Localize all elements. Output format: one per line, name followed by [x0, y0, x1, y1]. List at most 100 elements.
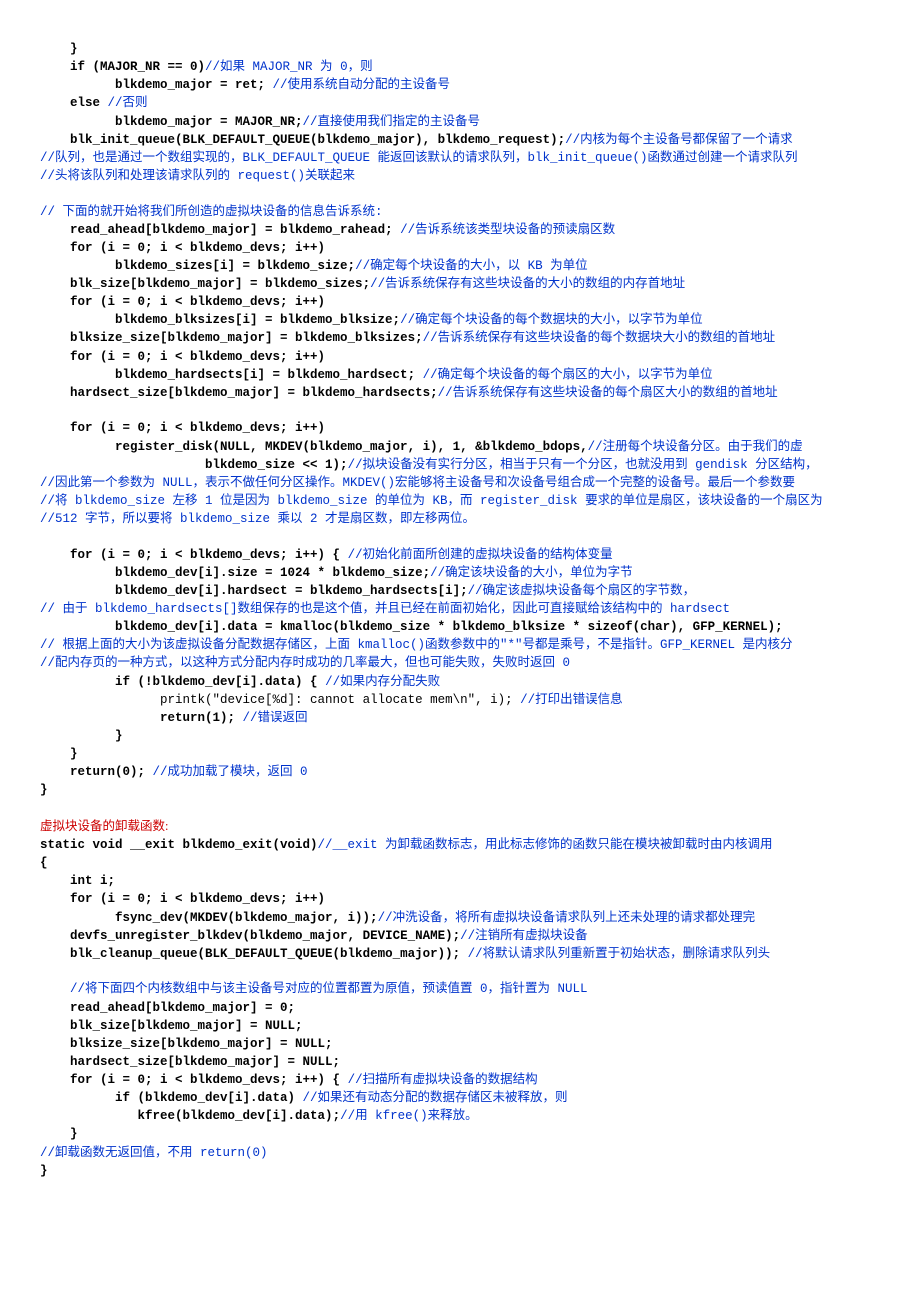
code-line: else //否则 — [40, 94, 880, 112]
code-line: } — [40, 781, 880, 799]
code-line: blksize_size[blkdemo_major] = NULL; — [40, 1035, 880, 1053]
code-line — [40, 528, 880, 546]
code-text: blksize_size[blkdemo_major] = blkdemo_bl… — [70, 331, 423, 345]
code-line: printk("device[%d]: cannot allocate mem\… — [40, 691, 880, 709]
code-line: blk_init_queue(BLK_DEFAULT_QUEUE(blkdemo… — [40, 131, 880, 149]
code-line — [40, 185, 880, 203]
comment-text: //确定每个块设备的大小，以 KB 为单位 — [355, 259, 588, 273]
code-line: if (MAJOR_NR == 0)//如果 MAJOR_NR 为 0，则 — [40, 58, 880, 76]
code-text: blk_init_queue(BLK_DEFAULT_QUEUE(blkdemo… — [70, 133, 565, 147]
comment-text: //确定每个块设备的每个数据块的大小，以字节为单位 — [400, 313, 703, 327]
comment-text: // 根据上面的大小为该虚拟设备分配数据存储区，上面 kmalloc()函数参数… — [40, 638, 793, 652]
code-line: blksize_size[blkdemo_major] = blkdemo_bl… — [40, 329, 880, 347]
comment-text: //初始化前面所创建的虚拟块设备的结构体变量 — [348, 548, 613, 562]
comment-text: //卸载函数无返回值，不用 return(0) — [40, 1146, 268, 1160]
code-text: blkdemo_hardsects[i] = blkdemo_hardsect; — [115, 368, 423, 382]
code-line — [40, 799, 880, 817]
comment-text: //将 blkdemo_size 左移 1 位是因为 blkdemo_size … — [40, 494, 823, 508]
code-line: for (i = 0; i < blkdemo_devs; i++) { //初… — [40, 546, 880, 564]
code-line: //队列，也是通过一个数组实现的，BLK_DEFAULT_QUEUE 能返回该默… — [40, 149, 880, 167]
code-line — [40, 402, 880, 420]
comment-text: //冲洗设备，将所有虚拟块设备请求队列上还未处理的请求都处理完 — [378, 911, 756, 925]
code-line: } — [40, 727, 880, 745]
code-line: //因此第一个参数为 NULL，表示不做任何分区操作。MKDEV()宏能够将主设… — [40, 474, 880, 492]
comment-text: // 下面的就开始将我们所创造的虚拟块设备的信息告诉系统: — [40, 205, 383, 219]
code-text: blkdemo_blksizes[i] = blkdemo_blksize; — [115, 313, 400, 327]
code-line: // 由于 blkdemo_hardsects[]数组保存的也是这个值，并且已经… — [40, 600, 880, 618]
code-text: for (i = 0; i < blkdemo_devs; i++) { — [70, 548, 348, 562]
code-line: } — [40, 1162, 880, 1180]
comment-text: //__exit 为卸载函数标志，用此标志修饰的函数只能在模块被卸载时由内核调用 — [318, 838, 773, 852]
code-text: hardsect_size[blkdemo_major] = blkdemo_h… — [70, 386, 438, 400]
code-line: for (i = 0; i < blkdemo_devs; i++) — [40, 239, 880, 257]
code-text: } — [70, 747, 78, 761]
code-text: } — [40, 1164, 48, 1178]
code-text: blkdemo_dev[i].size = 1024 * blkdemo_siz… — [115, 566, 430, 580]
comment-text: //成功加载了模块，返回 0 — [153, 765, 308, 779]
code-line: for (i = 0; i < blkdemo_devs; i++) — [40, 293, 880, 311]
code-text: blk_cleanup_queue(BLK_DEFAULT_QUEUE(blkd… — [70, 947, 468, 961]
comment-text: //用 kfree()来释放。 — [340, 1109, 478, 1123]
code-text: int i; — [70, 874, 115, 888]
code-text: for (i = 0; i < blkdemo_devs; i++) — [70, 421, 325, 435]
code-text: else — [70, 96, 108, 110]
code-line: //卸载函数无返回值，不用 return(0) — [40, 1144, 880, 1162]
comment-text: //告诉系统保存有这些块设备的大小的数组的内存首地址 — [370, 277, 685, 291]
code-text: blkdemo_major = MAJOR_NR; — [115, 115, 303, 129]
comment-text: //告诉系统该类型块设备的预读扇区数 — [400, 223, 615, 237]
code-text: blk_size[blkdemo_major] = NULL; — [70, 1019, 303, 1033]
code-document: } if (MAJOR_NR == 0)//如果 MAJOR_NR 为 0，则 … — [40, 40, 880, 1180]
code-line — [40, 963, 880, 981]
code-line: hardsect_size[blkdemo_major] = blkdemo_h… — [40, 384, 880, 402]
comment-text: //扫描所有虚拟块设备的数据结构 — [348, 1073, 538, 1087]
code-line: for (i = 0; i < blkdemo_devs; i++) — [40, 348, 880, 366]
code-line: for (i = 0; i < blkdemo_devs; i++) { //扫… — [40, 1071, 880, 1089]
comment-text: //使用系统自动分配的主设备号 — [273, 78, 451, 92]
code-text: } — [115, 729, 123, 743]
code-text: blkdemo_dev[i].data = kmalloc(blkdemo_si… — [115, 620, 783, 634]
code-line: for (i = 0; i < blkdemo_devs; i++) — [40, 890, 880, 908]
comment-text: //注销所有虚拟块设备 — [460, 929, 588, 943]
code-line: //512 字节，所以要将 blkdemo_size 乘以 2 才是扇区数，即左… — [40, 510, 880, 528]
code-line: blkdemo_dev[i].size = 1024 * blkdemo_siz… — [40, 564, 880, 582]
code-line: blkdemo_hardsects[i] = blkdemo_hardsect;… — [40, 366, 880, 384]
code-text: for (i = 0; i < blkdemo_devs; i++) — [70, 892, 325, 906]
code-text: blk_size[blkdemo_major] = blkdemo_sizes; — [70, 277, 370, 291]
code-text: for (i = 0; i < blkdemo_devs; i++) — [70, 350, 325, 364]
code-line: devfs_unregister_blkdev(blkdemo_major, D… — [40, 927, 880, 945]
code-text: printk("device[%d]: cannot allocate mem\… — [160, 693, 520, 707]
code-text: } — [70, 1127, 78, 1141]
code-text: if (blkdemo_dev[i].data) — [115, 1091, 303, 1105]
code-line: int i; — [40, 872, 880, 890]
comment-text: //如果内存分配失败 — [325, 675, 440, 689]
code-text: for (i = 0; i < blkdemo_devs; i++) { — [70, 1073, 348, 1087]
code-line: //将 blkdemo_size 左移 1 位是因为 blkdemo_size … — [40, 492, 880, 510]
code-text: fsync_dev(MKDEV(blkdemo_major, i)); — [115, 911, 378, 925]
code-line: // 下面的就开始将我们所创造的虚拟块设备的信息告诉系统: — [40, 203, 880, 221]
comment-text: //告诉系统保存有这些块设备的每个数据块大小的数组的首地址 — [423, 331, 776, 345]
code-text: register_disk(NULL, MKDEV(blkdemo_major,… — [115, 440, 588, 454]
code-line: return(1); //错误返回 — [40, 709, 880, 727]
comment-text: //告诉系统保存有这些块设备的每个扇区大小的数组的首地址 — [438, 386, 778, 400]
comment-text: //错误返回 — [243, 711, 308, 725]
comment-text: //否则 — [108, 96, 148, 110]
comment-text: //配内存页的一种方式，以这种方式分配内存时成功的几率最大，但也可能失败，失败时… — [40, 656, 570, 670]
comment-text: //512 字节，所以要将 blkdemo_size 乘以 2 才是扇区数，即左… — [40, 512, 475, 526]
comment-text: //头将该队列和处理该请求队列的 request()关联起来 — [40, 169, 355, 183]
comment-text: //打印出错误信息 — [520, 693, 623, 707]
code-text: return(1); — [160, 711, 243, 725]
code-text: read_ahead[blkdemo_major] = 0; — [70, 1001, 295, 1015]
code-text: static void __exit blkdemo_exit(void) — [40, 838, 318, 852]
code-line: if (blkdemo_dev[i].data) //如果还有动态分配的数据存储… — [40, 1089, 880, 1107]
code-line: //将下面四个内核数组中与该主设备号对应的位置都置为原值，预读值置 0，指针置为… — [40, 980, 880, 998]
code-line: blkdemo_dev[i].data = kmalloc(blkdemo_si… — [40, 618, 880, 636]
code-text: blkdemo_sizes[i] = blkdemo_size; — [115, 259, 355, 273]
code-line: //头将该队列和处理该请求队列的 request()关联起来 — [40, 167, 880, 185]
code-text: kfree(blkdemo_dev[i].data); — [138, 1109, 341, 1123]
code-line: read_ahead[blkdemo_major] = blkdemo_rahe… — [40, 221, 880, 239]
code-line: kfree(blkdemo_dev[i].data);//用 kfree()来释… — [40, 1107, 880, 1125]
code-line: blk_cleanup_queue(BLK_DEFAULT_QUEUE(blkd… — [40, 945, 880, 963]
code-text: hardsect_size[blkdemo_major] = NULL; — [70, 1055, 340, 1069]
comment-text: //因此第一个参数为 NULL，表示不做任何分区操作。MKDEV()宏能够将主设… — [40, 476, 795, 490]
code-line: } — [40, 40, 880, 58]
